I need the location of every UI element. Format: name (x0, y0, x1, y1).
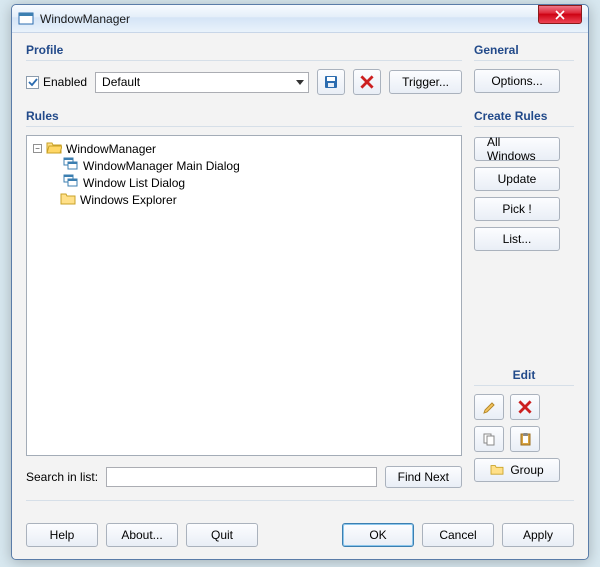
footer-row: Help About... Quit OK Cancel Apply (26, 523, 574, 547)
window-title: WindowManager (40, 12, 588, 26)
x-icon (518, 400, 532, 414)
titlebar[interactable]: WindowManager (12, 5, 588, 33)
general-group: General Options... (474, 43, 574, 95)
search-label: Search in list: (26, 470, 98, 484)
enabled-checkbox[interactable]: Enabled (26, 75, 87, 89)
window-icon (63, 157, 79, 174)
middle-row: Rules − WindowManager WindowMan (26, 109, 574, 488)
search-input[interactable] (106, 467, 377, 487)
tree-node-window[interactable]: WindowManager Main Dialog (31, 157, 457, 174)
apply-button[interactable]: Apply (502, 523, 574, 547)
tree-node-folder[interactable]: Windows Explorer (31, 191, 457, 208)
main-window: WindowManager Profile Enabled Defau (11, 4, 589, 560)
search-row: Search in list: Find Next (26, 466, 462, 488)
expander-icon[interactable]: − (33, 144, 42, 153)
rules-heading: Rules (26, 109, 462, 126)
rules-group: Rules − WindowManager WindowMan (26, 109, 462, 488)
delete-button[interactable] (510, 394, 540, 420)
update-button[interactable]: Update (474, 167, 560, 191)
cancel-button[interactable]: Cancel (422, 523, 494, 547)
folder-icon (60, 191, 76, 208)
side-column: Create Rules All Windows Update Pick ! L… (474, 109, 574, 488)
all-windows-button[interactable]: All Windows (474, 137, 560, 161)
about-button[interactable]: About... (106, 523, 178, 547)
pick-button[interactable]: Pick ! (474, 197, 560, 221)
close-icon (555, 10, 565, 20)
profile-group: Profile Enabled Default (26, 43, 462, 95)
close-button[interactable] (538, 5, 582, 24)
trigger-button[interactable]: Trigger... (389, 70, 462, 94)
ok-button[interactable]: OK (342, 523, 414, 547)
copy-button[interactable] (474, 426, 504, 452)
copy-icon (482, 432, 497, 447)
quit-button[interactable]: Quit (186, 523, 258, 547)
folder-icon (490, 463, 504, 478)
tree-node-window[interactable]: Window List Dialog (31, 174, 457, 191)
edit-group: Edit (474, 368, 574, 488)
general-heading: General (474, 43, 574, 60)
profile-controls: Enabled Default Trigger... (26, 69, 462, 95)
check-icon (28, 77, 38, 87)
x-icon (360, 75, 374, 89)
edit-button[interactable] (474, 394, 504, 420)
checkbox-box (26, 76, 39, 89)
profile-select[interactable]: Default (95, 72, 309, 93)
pencil-icon (482, 400, 497, 415)
options-button[interactable]: Options... (474, 69, 560, 93)
tree-label: Window List Dialog (83, 176, 185, 190)
save-profile-button[interactable] (317, 69, 345, 95)
edit-heading: Edit (474, 368, 574, 385)
help-button[interactable]: Help (26, 523, 98, 547)
dropdown-arrow-icon (296, 75, 304, 89)
rules-tree[interactable]: − WindowManager WindowManager Main Dialo… (26, 135, 462, 456)
clipboard-icon (518, 432, 533, 447)
tree-label: WindowManager Main Dialog (83, 159, 240, 173)
paste-button[interactable] (510, 426, 540, 452)
tree-label: Windows Explorer (80, 193, 177, 207)
window-body: Profile Enabled Default (12, 33, 588, 559)
top-row: Profile Enabled Default (26, 43, 574, 95)
tree-node-folder[interactable]: − WindowManager (31, 140, 457, 157)
tree-label: WindowManager (66, 142, 156, 156)
create-rules-group: Create Rules All Windows Update Pick ! L… (474, 109, 574, 257)
app-icon (18, 11, 34, 27)
group-button[interactable]: Group (474, 458, 560, 482)
floppy-icon (323, 74, 339, 90)
enabled-label: Enabled (43, 75, 87, 89)
profile-heading: Profile (26, 43, 462, 60)
delete-profile-button[interactable] (353, 69, 381, 95)
window-icon (63, 174, 79, 191)
find-next-button[interactable]: Find Next (385, 466, 462, 488)
folder-open-icon (46, 140, 62, 157)
list-button[interactable]: List... (474, 227, 560, 251)
profile-selected: Default (102, 75, 140, 89)
create-rules-heading: Create Rules (474, 109, 574, 126)
